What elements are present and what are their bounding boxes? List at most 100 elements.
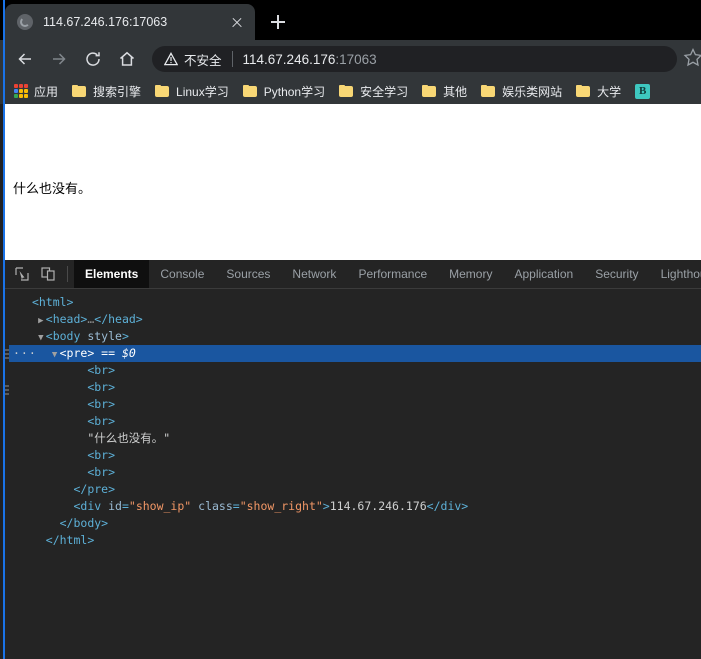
dom-node-row[interactable]: <br> xyxy=(5,447,701,464)
bookmarks-bar: 应用 搜索引擎 Linux学习 Python学习 安全学习 其他 娱乐类网站 xyxy=(0,78,701,104)
dom-token: > xyxy=(122,329,129,343)
tab-title: 114.67.246.176:17063 xyxy=(43,15,226,29)
dom-token: <br> xyxy=(87,380,115,394)
dom-node-row[interactable]: ··· ▼<pre> == $0 xyxy=(5,345,701,362)
forward-button[interactable] xyxy=(44,44,74,74)
tab-strip: 114.67.246.176:17063 xyxy=(0,0,701,40)
globe-icon xyxy=(17,14,33,30)
dom-node-row[interactable]: <br> xyxy=(5,413,701,430)
not-secure-warning-icon xyxy=(164,52,178,66)
bookmark-folder-python[interactable]: Python学习 xyxy=(237,81,331,101)
url-text: 114.67.246.176:17063 xyxy=(243,52,677,67)
dom-node-row[interactable]: </pre> xyxy=(5,481,701,498)
url-host: 114.67.246.176 xyxy=(243,52,336,67)
inspect-element-icon[interactable] xyxy=(9,261,35,287)
folder-icon xyxy=(481,85,496,98)
bookmark-site-b[interactable]: B xyxy=(629,81,656,101)
tab-performance[interactable]: Performance xyxy=(347,260,438,288)
dom-token: <pre> xyxy=(60,346,95,360)
bookmark-label: Python学习 xyxy=(264,83,325,100)
browser-toolbar: 不安全 114.67.246.176:17063 xyxy=(0,40,701,78)
back-button[interactable] xyxy=(10,44,40,74)
bookmark-star-icon[interactable] xyxy=(683,47,701,71)
folder-icon xyxy=(576,85,591,98)
indent-spacer xyxy=(15,363,77,377)
bookmark-label: 大学 xyxy=(597,83,621,100)
bookmark-label: 搜索引擎 xyxy=(93,83,141,100)
tab-network[interactable]: Network xyxy=(281,260,347,288)
dom-token: </div> xyxy=(427,499,469,513)
tab-application[interactable]: Application xyxy=(503,260,584,288)
dom-node-row[interactable]: </html> xyxy=(5,532,701,549)
close-icon[interactable] xyxy=(226,11,248,33)
dom-node-row[interactable]: "什么也没有。" xyxy=(5,430,701,447)
page-body-text: 什么也没有。 xyxy=(13,178,91,197)
bookmark-folder-entertainment[interactable]: 娱乐类网站 xyxy=(475,81,568,101)
dom-tree-rows: <html> ▶<head>…</head> ▼<body style>··· … xyxy=(5,294,701,549)
dom-node-row[interactable]: <br> xyxy=(5,396,701,413)
node-menu-icon[interactable]: ··· xyxy=(13,345,37,362)
dom-node-row[interactable]: ▼<body style> xyxy=(5,328,701,345)
dom-token: class xyxy=(198,499,233,513)
bookmark-label: 其他 xyxy=(443,83,467,100)
indent-spacer xyxy=(15,397,77,411)
folder-icon xyxy=(422,85,437,98)
dom-node-row[interactable]: <html> xyxy=(5,294,701,311)
dom-node-row[interactable]: <br> xyxy=(5,362,701,379)
devtools-panel: Elements Console Sources Network Perform… xyxy=(5,260,701,659)
indent-spacer xyxy=(15,482,63,496)
indent-spacer xyxy=(15,499,63,513)
dom-token: = xyxy=(122,499,129,513)
device-toolbar-icon[interactable] xyxy=(35,261,61,287)
tab-security[interactable]: Security xyxy=(584,260,649,288)
dom-node-row[interactable]: ▶<head>…</head> xyxy=(5,311,701,328)
indent-spacer xyxy=(15,431,77,445)
dom-token: <html> xyxy=(32,295,74,309)
indent-spacer xyxy=(15,448,77,462)
bookmark-folder-other[interactable]: 其他 xyxy=(416,81,473,101)
bookmark-apps[interactable]: 应用 xyxy=(8,81,64,101)
browser-tab[interactable]: 114.67.246.176:17063 xyxy=(5,4,255,40)
home-button[interactable] xyxy=(112,44,142,74)
bookmark-label: 应用 xyxy=(34,83,58,100)
dom-token: "show_right" xyxy=(240,499,323,513)
tab-sources[interactable]: Sources xyxy=(215,260,281,288)
new-tab-button[interactable] xyxy=(264,8,292,36)
dom-token: == $0 xyxy=(94,346,136,360)
tab-elements[interactable]: Elements xyxy=(74,260,149,288)
dom-node-row[interactable]: <br> xyxy=(5,379,701,396)
folder-icon xyxy=(243,85,258,98)
home-icon xyxy=(117,49,137,69)
omnibox-divider xyxy=(232,51,233,67)
bookmark-folder-search-engines[interactable]: 搜索引擎 xyxy=(66,81,147,101)
dom-token: <div xyxy=(73,499,108,513)
tab-console[interactable]: Console xyxy=(149,260,215,288)
security-status-text: 不安全 xyxy=(184,50,222,69)
bookmark-label: Linux学习 xyxy=(176,83,229,100)
folder-icon xyxy=(155,85,170,98)
folder-icon xyxy=(339,85,354,98)
bookmark-label: 娱乐类网站 xyxy=(502,83,562,100)
arrow-right-icon xyxy=(49,49,69,69)
devtools-scroll-marks[interactable] xyxy=(5,289,9,659)
dom-tree[interactable]: <html> ▶<head>…</head> ▼<body style>··· … xyxy=(5,289,701,659)
bookmark-label: 安全学习 xyxy=(360,83,408,100)
dom-token: </html> xyxy=(46,533,94,547)
dom-node-row[interactable]: <br> xyxy=(5,464,701,481)
bookmark-folder-security[interactable]: 安全学习 xyxy=(333,81,414,101)
apps-grid-icon xyxy=(14,84,28,98)
dom-node-row[interactable]: <div id="show_ip" class="show_right">114… xyxy=(5,498,701,515)
tab-lighthouse[interactable]: Lighthouse xyxy=(650,260,701,288)
address-bar[interactable]: 不安全 114.67.246.176:17063 xyxy=(152,46,677,72)
indent-spacer xyxy=(15,295,22,309)
bookmark-folder-linux[interactable]: Linux学习 xyxy=(149,81,235,101)
arrow-left-icon xyxy=(15,49,35,69)
dom-token: = xyxy=(233,499,240,513)
dom-node-row[interactable]: </body> xyxy=(5,515,701,532)
dom-token: id xyxy=(108,499,122,513)
reload-button[interactable] xyxy=(78,44,108,74)
dom-token: style xyxy=(87,329,122,343)
folder-icon xyxy=(72,85,87,98)
bookmark-folder-university[interactable]: 大学 xyxy=(570,81,627,101)
tab-memory[interactable]: Memory xyxy=(438,260,503,288)
